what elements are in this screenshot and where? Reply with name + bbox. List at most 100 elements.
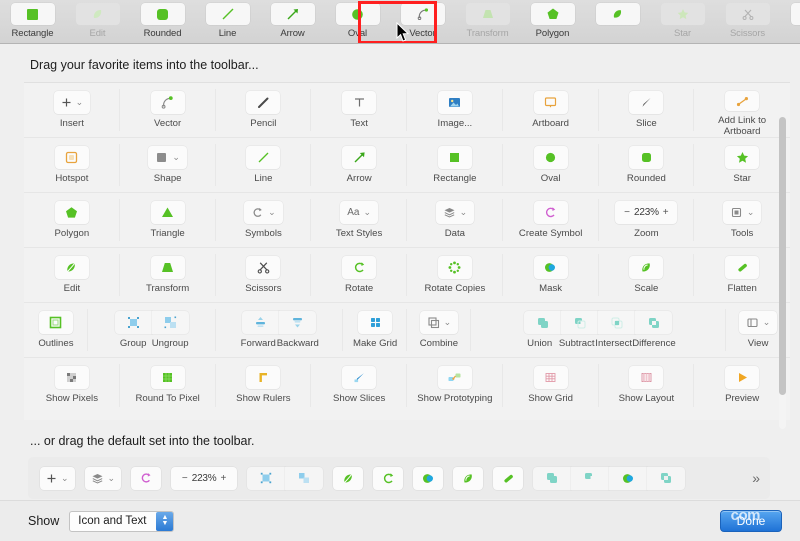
backward-button[interactable] <box>279 311 317 334</box>
item-show-layout[interactable]: Show Layout <box>599 358 695 413</box>
item-mask[interactable]: Mask <box>503 248 599 302</box>
item-show-grid[interactable]: Show Grid <box>503 358 599 413</box>
flatten-tile[interactable] <box>725 256 760 279</box>
oval-tile[interactable] <box>533 146 568 169</box>
item-boolean-ops[interactable]: Union Subtract Intersect Difference <box>471 303 727 357</box>
item-round-to-pixel[interactable]: Round To Pixel <box>120 358 216 413</box>
difference-button[interactable] <box>635 311 673 334</box>
vertical-scrollbar[interactable] <box>779 117 786 429</box>
show-slices-tile[interactable] <box>342 366 377 389</box>
toolbar-item-arrow[interactable]: Arrow <box>260 3 325 39</box>
rectangle-tile[interactable] <box>437 146 472 169</box>
rotate-copies-tile[interactable] <box>437 256 472 279</box>
intersect-button[interactable] <box>598 311 636 334</box>
text-styles-tile[interactable]: Aa ⌄ <box>340 201 379 224</box>
artboard-tile[interactable] <box>533 91 568 114</box>
hotspot-tile[interactable] <box>54 146 89 169</box>
preview-tile[interactable] <box>725 366 760 389</box>
item-show-rulers[interactable]: Show Rulers <box>216 358 312 413</box>
zoom-stepper[interactable]: − 223% + <box>615 201 678 224</box>
show-rulers-tile[interactable] <box>246 366 281 389</box>
default-group-segments[interactable] <box>247 466 324 490</box>
item-tools[interactable]: ⌄ Tools <box>694 193 790 247</box>
default-intersect[interactable] <box>609 466 648 490</box>
forward-backward-segments[interactable] <box>242 311 317 334</box>
item-outlines[interactable]: Outlines <box>24 303 88 357</box>
toolbar-item-oval[interactable]: Oval <box>325 3 390 39</box>
default-zoom-stepper[interactable]: − 223% + <box>171 466 238 490</box>
polygon-tile[interactable] <box>54 201 89 224</box>
item-text-styles[interactable]: Aa ⌄ Text Styles <box>311 193 407 247</box>
item-rounded[interactable]: Rounded <box>599 138 695 192</box>
item-symbols[interactable]: ⌄ Symbols <box>216 193 312 247</box>
toolbar-item-polygon[interactable]: Polygon <box>520 3 585 39</box>
default-edit[interactable] <box>333 466 364 490</box>
item-shape[interactable]: ⌄ Shape <box>120 138 216 192</box>
item-transform[interactable]: Transform <box>120 248 216 302</box>
item-show-prototyping[interactable]: Show Prototyping <box>407 358 503 413</box>
union-button[interactable] <box>524 311 562 334</box>
view-tile[interactable]: ⌄ <box>738 311 778 334</box>
item-image[interactable]: Image... <box>407 83 503 137</box>
item-rotate[interactable]: Rotate <box>311 248 407 302</box>
item-insert[interactable]: ⌄ Insert <box>24 83 120 137</box>
arrow-tile[interactable] <box>342 146 377 169</box>
toolbar-item-rounded[interactable]: Rounded <box>130 3 195 39</box>
default-insert[interactable]: ⌄ <box>40 466 75 490</box>
show-prototyping-tile[interactable] <box>437 366 472 389</box>
toolbar-item-line[interactable]: Line <box>195 3 260 39</box>
zoom-plus-button[interactable]: + <box>663 207 669 218</box>
make-grid-tile[interactable] <box>358 311 393 334</box>
item-combine[interactable]: ⌄ Combine <box>407 303 471 357</box>
item-pencil[interactable]: Pencil <box>216 83 312 137</box>
default-set-strip[interactable]: ⌄ ⌄ − 223% + » <box>28 457 770 499</box>
show-grid-tile[interactable] <box>533 366 568 389</box>
item-slice[interactable]: Slice <box>599 83 695 137</box>
shape-tile[interactable]: ⌄ <box>148 146 187 169</box>
vector-tile[interactable] <box>150 91 185 114</box>
item-rotate-copies[interactable]: Rotate Copies <box>407 248 503 302</box>
stepper-arrows-icon[interactable]: ▲ ▼ <box>156 511 174 531</box>
item-polygon[interactable]: Polygon <box>24 193 120 247</box>
toolbar-item-scale-highlighted[interactable] <box>585 3 650 28</box>
default-scale[interactable] <box>453 466 484 490</box>
scrollbar-thumb[interactable] <box>779 117 786 395</box>
item-scissors[interactable]: Scissors <box>216 248 312 302</box>
item-rectangle[interactable]: Rectangle <box>407 138 503 192</box>
boolean-segments[interactable] <box>524 311 673 334</box>
item-text[interactable]: Text <box>311 83 407 137</box>
item-create-symbol[interactable]: Create Symbol <box>503 193 599 247</box>
zoom-plus-button[interactable]: + <box>220 473 226 484</box>
insert-tile[interactable]: ⌄ <box>53 91 91 114</box>
overflow-chevron-icon[interactable]: » <box>752 470 760 486</box>
item-show-pixels[interactable]: Show Pixels <box>24 358 120 413</box>
group-ungroup-segments[interactable] <box>114 311 189 334</box>
item-group-ungroup[interactable]: Group Ungroup <box>88 303 216 357</box>
item-hotspot[interactable]: Hotspot <box>24 138 120 192</box>
toolbar-item-transform[interactable]: Transform <box>455 3 520 39</box>
scissors-tile[interactable] <box>246 256 281 279</box>
show-layout-tile[interactable] <box>629 366 664 389</box>
item-make-grid[interactable]: Make Grid <box>343 303 407 357</box>
item-flatten[interactable]: Flatten <box>694 248 790 302</box>
item-preview[interactable]: Preview <box>694 358 790 413</box>
item-zoom[interactable]: − 223% + Zoom <box>599 193 695 247</box>
item-line[interactable]: Line <box>216 138 312 192</box>
item-forward-backward[interactable]: Forward Backward <box>216 303 344 357</box>
default-union[interactable] <box>533 466 572 490</box>
item-data[interactable]: ⌄ Data <box>407 193 503 247</box>
default-data[interactable]: ⌄ <box>84 466 122 490</box>
zoom-minus-button[interactable]: − <box>182 473 188 484</box>
default-group[interactable] <box>247 466 286 490</box>
ungroup-button[interactable] <box>151 311 189 334</box>
item-scale[interactable]: Scale <box>599 248 695 302</box>
star-tile[interactable] <box>725 146 760 169</box>
default-subtract[interactable] <box>571 466 610 490</box>
default-boolean-segments[interactable] <box>533 466 686 490</box>
done-button[interactable]: Done <box>720 510 782 532</box>
tools-tile[interactable]: ⌄ <box>722 201 762 224</box>
text-tile[interactable] <box>342 91 377 114</box>
symbols-tile[interactable]: ⌄ <box>244 201 283 224</box>
default-create-symbol[interactable] <box>131 466 162 490</box>
item-star[interactable]: Star <box>694 138 790 192</box>
